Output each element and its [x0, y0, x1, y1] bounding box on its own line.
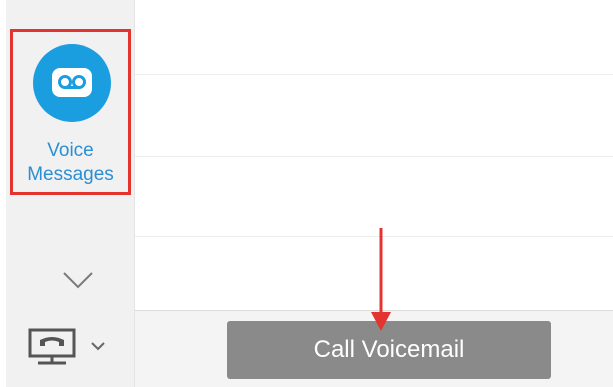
- list-divider: [135, 74, 613, 75]
- voicemail-icon: [52, 68, 92, 97]
- annotation-arrow-icon: [371, 228, 391, 331]
- screen-share-caret-icon[interactable]: [91, 342, 105, 351]
- list-divider: [135, 156, 613, 157]
- voice-messages-label-line2: Messages: [27, 164, 114, 185]
- voice-messages-label: Voice Messages: [13, 139, 128, 187]
- voice-messages-label-line1: Voice: [47, 140, 94, 161]
- screen-share-icon[interactable]: [28, 327, 78, 367]
- sidebar-item-voice-messages[interactable]: Voice Messages: [10, 29, 131, 195]
- voicemail-icon-circle: [33, 44, 111, 122]
- chevron-down-icon[interactable]: [62, 270, 94, 290]
- sidebar: Voice Messages: [6, 0, 135, 387]
